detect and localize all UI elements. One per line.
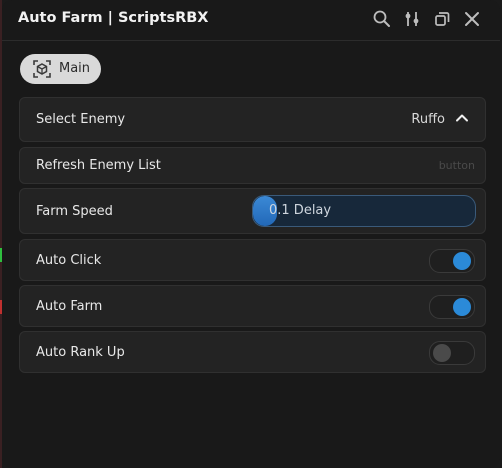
- refresh-enemy-list-button[interactable]: Refresh Enemy List button: [19, 147, 486, 184]
- chevron-up-icon[interactable]: [454, 110, 470, 126]
- window-title: Auto Farm | ScriptsRBX: [18, 10, 209, 26]
- auto-click-row: Auto Click: [19, 239, 486, 281]
- farm-speed-row: Farm Speed 0.1 Delay: [19, 188, 486, 234]
- close-icon[interactable]: [462, 9, 482, 29]
- select-enemy-value: Ruffo: [411, 112, 445, 127]
- restore-window-icon[interactable]: [432, 9, 452, 29]
- auto-farm-toggle[interactable]: [429, 295, 475, 319]
- auto-rank-up-label: Auto Rank Up: [36, 345, 125, 360]
- auto-rank-up-toggle[interactable]: [429, 341, 475, 365]
- auto-click-toggle[interactable]: [429, 249, 475, 273]
- tab-main[interactable]: Main: [20, 54, 101, 84]
- target-icon: [32, 59, 52, 79]
- toggle-knob: [453, 298, 471, 316]
- auto-click-label: Auto Click: [36, 253, 102, 268]
- button-hint: button: [438, 159, 475, 172]
- search-icon[interactable]: [372, 9, 392, 29]
- select-enemy-dropdown[interactable]: Select Enemy Ruffo: [19, 97, 486, 142]
- tab-main-label: Main: [59, 61, 91, 76]
- select-enemy-label: Select Enemy: [36, 112, 126, 127]
- auto-farm-label: Auto Farm: [36, 299, 103, 314]
- settings-sliders-icon[interactable]: [402, 9, 422, 29]
- title-bar[interactable]: Auto Farm | ScriptsRBX: [2, 0, 500, 41]
- farm-speed-value: 0.1 Delay: [269, 203, 332, 218]
- toggle-knob: [453, 252, 471, 270]
- auto-farm-row: Auto Farm: [19, 285, 486, 327]
- app-window: Auto Farm | ScriptsRBX Main Select Enemy…: [2, 0, 500, 468]
- farm-speed-label: Farm Speed: [36, 204, 113, 219]
- refresh-enemy-list-label: Refresh Enemy List: [36, 158, 161, 173]
- farm-speed-slider[interactable]: 0.1 Delay: [252, 195, 476, 227]
- auto-rank-up-row: Auto Rank Up: [19, 331, 486, 373]
- toggle-knob: [433, 344, 451, 362]
